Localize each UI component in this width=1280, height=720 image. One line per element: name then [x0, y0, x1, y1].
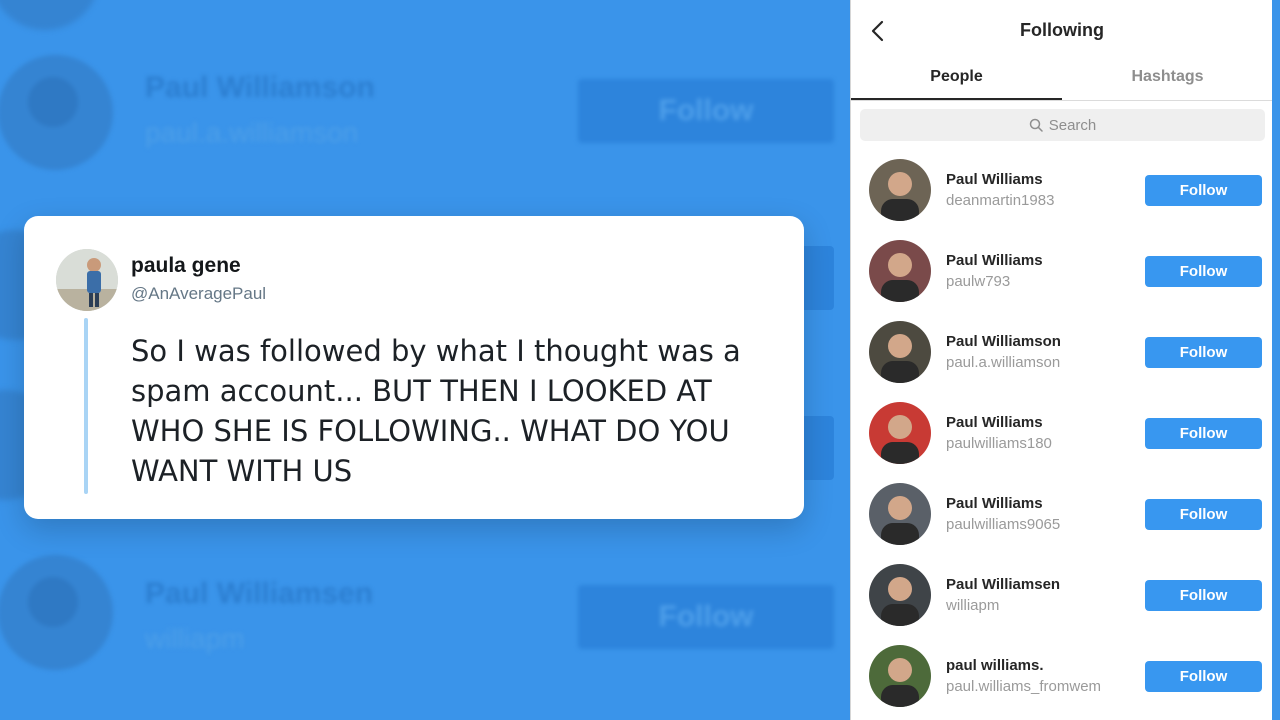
- tab-people[interactable]: People: [851, 68, 1062, 86]
- avatar[interactable]: [869, 564, 931, 626]
- list-item[interactable]: Paul Williams deanmartin1983 Follow: [851, 159, 1273, 240]
- avatar[interactable]: [869, 483, 931, 545]
- follow-button[interactable]: Follow: [1145, 661, 1262, 692]
- user-handle: paul.williams_fromwem: [946, 678, 1102, 695]
- profile-photo-icon: [869, 321, 931, 383]
- user-name[interactable]: Paul Williams: [946, 414, 1043, 431]
- avatar[interactable]: [869, 402, 931, 464]
- user-name[interactable]: paul williams.: [946, 657, 1044, 674]
- profile-photo-icon: [869, 240, 931, 302]
- follow-button[interactable]: Follow: [1145, 337, 1262, 368]
- background-handle: paul.a.williamson: [145, 117, 359, 148]
- list-item[interactable]: Paul Williamson paul.a.williamson Follow: [851, 321, 1273, 402]
- search-icon: [1029, 118, 1043, 132]
- list-item[interactable]: Paul Williams paulwilliams9065 Follow: [851, 483, 1273, 564]
- background-avatar: [0, 55, 113, 170]
- search-placeholder: Search: [1048, 116, 1097, 134]
- avatar[interactable]: [869, 159, 931, 221]
- user-name[interactable]: Paul Williams: [946, 252, 1043, 269]
- page-title: Following: [1020, 20, 1104, 40]
- tab-hashtags[interactable]: Hashtags: [1062, 68, 1273, 86]
- right-edge-background: [1272, 0, 1280, 720]
- profile-photo-icon: [869, 645, 931, 707]
- user-name[interactable]: Paul Williamsen: [946, 576, 1060, 593]
- user-handle: paulw793: [946, 273, 1011, 290]
- background-follow-button: Follow: [578, 79, 834, 143]
- user-name[interactable]: Paul Williamson: [946, 333, 1061, 350]
- user-handle: deanmartin1983: [946, 192, 1055, 209]
- tweet-avatar[interactable]: [56, 249, 118, 311]
- follow-button[interactable]: Follow: [1145, 499, 1262, 530]
- follow-button[interactable]: Follow: [1145, 175, 1262, 206]
- background-name: Paul Williamsen: [145, 577, 374, 610]
- avatar[interactable]: [869, 645, 931, 707]
- user-handle: paulwilliams180: [946, 435, 1052, 452]
- background-row: Paul Williamson paul.a.williamson Follow: [0, 55, 850, 185]
- tab-divider: [851, 100, 1273, 101]
- user-handle: paulwilliams9065: [946, 516, 1061, 533]
- background-row: Paul Williamsen williapm Follow: [0, 555, 850, 685]
- search-input[interactable]: Search: [860, 109, 1265, 141]
- tweet-text: So I was followed by what I thought was …: [131, 334, 741, 488]
- avatar[interactable]: [869, 321, 931, 383]
- follow-button[interactable]: Follow: [1145, 256, 1262, 287]
- list-item[interactable]: Paul Williams paulw793 Follow: [851, 240, 1273, 321]
- background-handle: williapm: [145, 623, 245, 654]
- list-item[interactable]: paul williams. paul.williams_fromwem Follo…: [851, 645, 1273, 720]
- follow-button[interactable]: Follow: [1145, 580, 1262, 611]
- background-name: Paul Williamson: [145, 71, 375, 104]
- user-handle: williapm: [946, 597, 1000, 614]
- list-item[interactable]: Paul Williams paulwilliams180 Follow: [851, 402, 1273, 483]
- user-name[interactable]: Paul Williams: [946, 495, 1043, 512]
- following-panel: Following People Hashtags Search Paul Wi…: [850, 0, 1273, 720]
- tweet-display-name[interactable]: paula gene: [131, 254, 241, 278]
- profile-photo-icon: [869, 483, 931, 545]
- profile-photo-icon: [869, 159, 931, 221]
- user-name[interactable]: Paul Williams: [946, 171, 1043, 188]
- profile-photo-icon: [869, 402, 931, 464]
- tweet-quote-rule: [84, 318, 88, 494]
- profile-photo-icon: [869, 564, 931, 626]
- background-avatar: [0, 0, 100, 30]
- background-avatar: [0, 555, 113, 670]
- avatar[interactable]: [869, 240, 931, 302]
- tweet-handle[interactable]: @AnAveragePaul: [131, 284, 266, 304]
- list-item[interactable]: Paul Williamsen williapm Follow: [851, 564, 1273, 645]
- person-photo-icon: [56, 249, 118, 311]
- background-follow-button: Follow: [578, 585, 834, 649]
- follow-button[interactable]: Follow: [1145, 418, 1262, 449]
- user-handle: paul.a.williamson: [946, 354, 1061, 371]
